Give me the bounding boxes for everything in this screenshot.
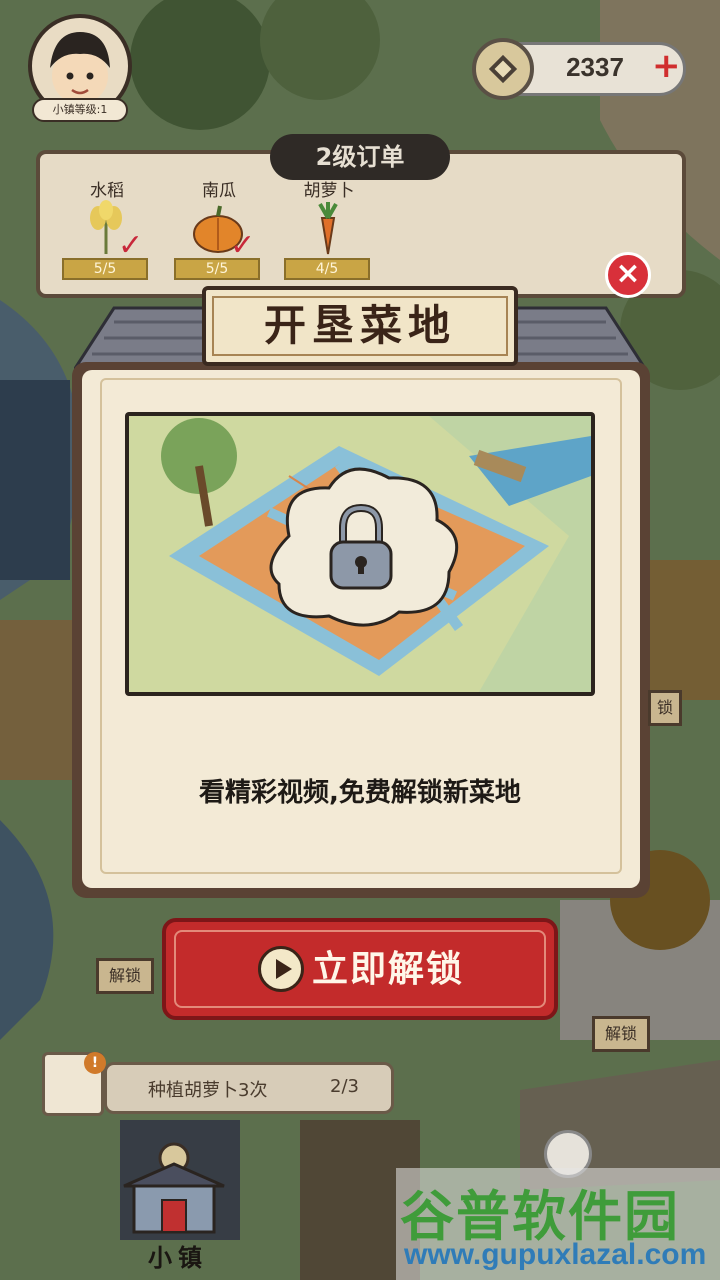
carrot-icon xyxy=(318,202,338,255)
town-level-label: 小镇等级:1 xyxy=(32,98,128,122)
close-button[interactable]: × xyxy=(605,252,651,298)
order-item-name: 南瓜 xyxy=(202,181,236,201)
unlock-sign-right[interactable]: 解锁 xyxy=(592,1016,651,1052)
coin-amount: 2337 xyxy=(566,52,624,82)
order-item-name: 胡萝卜 xyxy=(303,181,355,201)
alert-icon: ! xyxy=(84,1052,106,1074)
order-item-name: 水稻 xyxy=(90,181,124,201)
order-item-pumpkin[interactable]: 南瓜 ✓ 5/5 xyxy=(174,176,264,286)
task-count: 2/3 xyxy=(330,1076,359,1097)
task-text: 种植胡萝卜3次 xyxy=(148,1080,268,1101)
unlock-sign-left[interactable]: 解锁 xyxy=(96,958,155,994)
farm-preview-image xyxy=(129,416,591,692)
order-item-rice[interactable]: 水稻 ✓ 5/5 xyxy=(62,176,152,286)
watermark-url: www.gupuxlazal.com xyxy=(404,1238,707,1271)
town-label: 小镇 xyxy=(148,1244,208,1272)
order-title: 2级订单 xyxy=(315,143,405,171)
add-coins-button[interactable]: + xyxy=(652,44,681,88)
order-item-progress: 5/5 xyxy=(62,258,148,280)
town-shop-icon[interactable] xyxy=(118,1142,228,1238)
order-item-progress: 4/5 xyxy=(284,258,370,280)
dialog-title: 开垦菜地 xyxy=(263,301,456,350)
dialog-description: 看精彩视频,免费解锁新菜地 xyxy=(199,778,521,808)
order-item-progress: 5/5 xyxy=(174,258,260,280)
play-video-icon xyxy=(258,946,304,992)
coin-icon xyxy=(472,38,534,100)
unlock-now-label: 立即解锁 xyxy=(312,949,465,990)
order-item-carrot[interactable]: 胡萝卜 4/5 xyxy=(284,176,374,286)
unlock-sign-small[interactable]: 锁 xyxy=(648,690,683,726)
